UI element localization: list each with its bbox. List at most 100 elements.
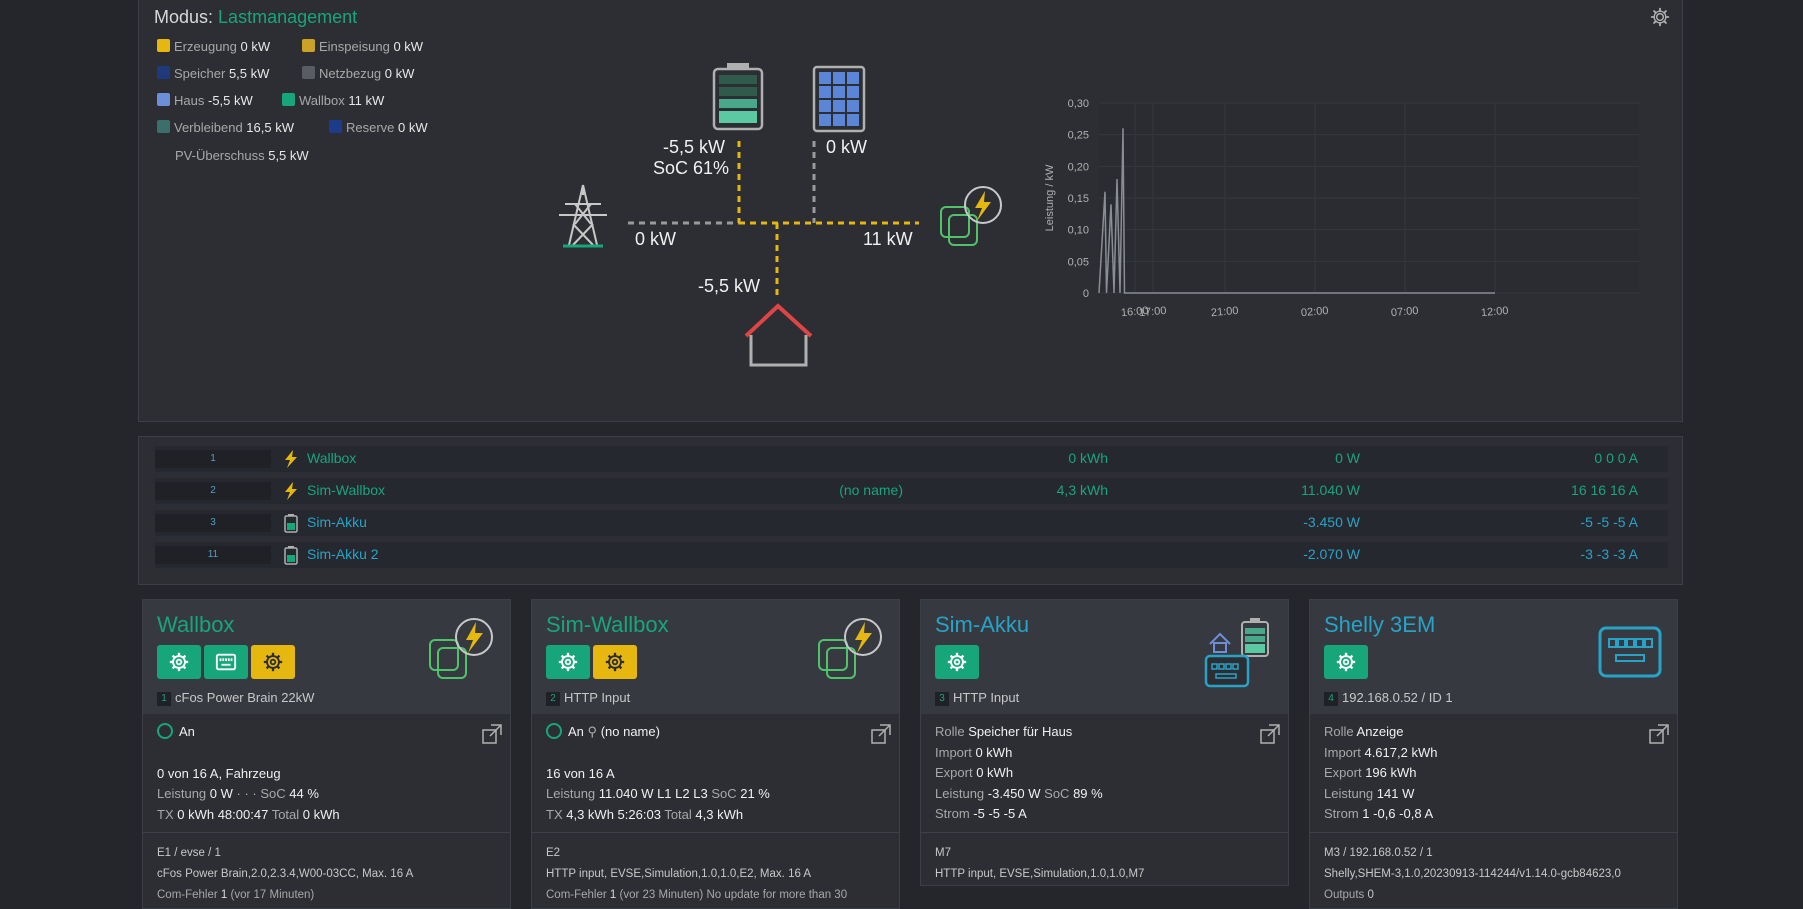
- device-name[interactable]: Sim-Akku 2: [307, 546, 379, 562]
- power-grid-icon: [559, 184, 607, 248]
- export-label: Export: [1324, 765, 1362, 780]
- card-header: Sim-Wallbox 2 HTTP Input: [532, 600, 899, 714]
- device-energy: 0 kWh: [1068, 450, 1108, 466]
- settings-button[interactable]: [1324, 645, 1368, 679]
- leistung-value: 0 W: [209, 786, 233, 801]
- status-line[interactable]: An ⚲ (no name): [546, 722, 885, 743]
- user-icon: ⚲: [587, 724, 598, 739]
- card-subtitle: 2 HTTP Input: [546, 690, 630, 706]
- current-line: 16 von 16 A: [546, 765, 615, 781]
- battery-icon: [284, 514, 298, 533]
- solar-power-value: 0 kW: [826, 137, 868, 157]
- device-current: 16 16 16 A: [1571, 482, 1638, 498]
- device-power: 0 W: [1335, 450, 1360, 466]
- leistung-value: 11.040 W L1 L2 L3: [598, 786, 708, 801]
- device-card-sim-wallbox: Sim-Wallbox 2 HTTP Input An ⚲ (no name) 1…: [531, 599, 900, 909]
- device-number-badge: 2: [546, 692, 560, 706]
- status-line[interactable]: An: [157, 722, 496, 743]
- battery-soc-value: SoC 61%: [653, 158, 730, 178]
- bolt-icon: [285, 482, 297, 500]
- rolle-value: Anzeige: [1356, 724, 1404, 739]
- tx-value: 4,3 kWh 5:26:03: [566, 806, 661, 822]
- status-circle-icon: [157, 723, 173, 739]
- device-power: -3.450 W: [1303, 514, 1360, 530]
- device-address: 192.168.0.52 / ID 1: [1342, 690, 1453, 705]
- chart-y-tick-label: 0,05: [1068, 256, 1089, 268]
- gear-icon: [263, 652, 283, 672]
- leistung-label: Leistung: [546, 786, 596, 801]
- card-title[interactable]: Sim-Wallbox: [546, 612, 669, 638]
- device-label: (no name): [839, 482, 903, 498]
- footer-address: E2: [546, 847, 561, 859]
- battery-icon: [284, 546, 298, 565]
- footer-max-value: 16 A: [788, 868, 812, 880]
- gear-icon: [169, 652, 189, 672]
- card-header: Wallbox 1 cFos Power Brain 22kW: [143, 600, 510, 714]
- chart-y-tick-label: 0,30: [1068, 98, 1089, 110]
- com-error-count: 1: [220, 889, 228, 901]
- leistung-label: Leistung: [157, 786, 207, 801]
- device-current: -3 -3 -3 A: [1580, 546, 1638, 562]
- soc-label: SoC: [260, 786, 286, 801]
- card-header: Shelly 3EM 4 192.168.0.52 / ID 1: [1310, 600, 1677, 714]
- charging-settings-button[interactable]: [251, 645, 295, 679]
- soc-value: 89 %: [1073, 785, 1103, 801]
- card-subtitle: 3 HTTP Input: [935, 690, 1019, 706]
- gear-icon: [1336, 652, 1356, 672]
- card-body: Rolle Anzeige Import 4.617,2 kWh Export …: [1324, 722, 1663, 825]
- device-list-panel: 1 Wallbox 0 kWh 0 W 0 0 0 A 2 Sim-Wallbo…: [138, 436, 1683, 585]
- status-text: An: [179, 724, 195, 739]
- device-power: 11.040 W: [1301, 482, 1360, 498]
- chart-x-tick-label: 21:00: [1211, 305, 1239, 319]
- soc-label: SoC: [1044, 785, 1070, 801]
- card-header: Sim-Akku 3 HTTP Input: [921, 600, 1288, 714]
- device-row[interactable]: 3 Sim-Akku -3.450 W -5 -5 -5 A: [155, 510, 1668, 536]
- settings-button[interactable]: [157, 645, 201, 679]
- card-footer: E2 HTTP input, EVSE,Simulation,1.0,1.0,E…: [532, 832, 899, 906]
- rolle-value: Speicher für Haus: [968, 724, 1073, 739]
- device-name[interactable]: Sim-Wallbox: [307, 482, 385, 498]
- chart-y-tick-label: 0,10: [1068, 225, 1089, 237]
- soc-value: 44 %: [289, 786, 319, 801]
- device-row[interactable]: 2 Sim-Wallbox (no name) 4,3 kWh 11.040 W…: [155, 478, 1668, 504]
- device-energy: 4,3 kWh: [1056, 482, 1108, 498]
- device-name[interactable]: Wallbox: [307, 450, 356, 466]
- device-model: HTTP Input: [564, 690, 631, 705]
- chart-x-tick-label: 02:00: [1301, 305, 1329, 319]
- chart-y-tick-label: 0,25: [1068, 130, 1089, 142]
- card-subtitle: 1 cFos Power Brain 22kW: [157, 690, 314, 706]
- chart-x-tick-label: 17:00: [1139, 305, 1167, 319]
- com-error-label: Com-Fehler: [546, 889, 607, 901]
- device-power: -2.070 W: [1303, 546, 1360, 562]
- card-title[interactable]: Shelly 3EM: [1324, 612, 1435, 638]
- strom-value: -5 -5 -5 A: [973, 806, 1027, 821]
- card-title[interactable]: Sim-Akku: [935, 612, 1029, 638]
- settings-button[interactable]: [546, 645, 590, 679]
- energy-meter-icon: [1598, 626, 1662, 678]
- footer-max-value: 16 A: [390, 868, 414, 880]
- device-row[interactable]: 1 Wallbox 0 kWh 0 W 0 0 0 A: [155, 446, 1668, 472]
- chart-y-tick-label: 0: [1083, 288, 1089, 300]
- device-name[interactable]: Sim-Akku: [307, 514, 367, 530]
- device-model: HTTP Input: [953, 690, 1020, 705]
- footer-info: Shelly,SHEM-3,1.0,20230913-114244/v1.14.…: [1324, 868, 1621, 880]
- footer-address: E1 / evse / 1: [157, 847, 221, 859]
- gear-icon: [605, 652, 625, 672]
- leistung-label: Leistung: [935, 785, 985, 801]
- gear-icon: [947, 652, 967, 672]
- settings-button[interactable]: [935, 645, 979, 679]
- wallbox-icon: [429, 618, 493, 679]
- tx-label: TX: [546, 806, 563, 822]
- meter-button[interactable]: [204, 645, 248, 679]
- chart-y-tick-label: 0,20: [1068, 161, 1089, 173]
- total-value: 4,3 kWh: [695, 806, 744, 822]
- card-title[interactable]: Wallbox: [157, 612, 234, 638]
- current-line: 0 von 16 A, Fahrzeug: [157, 765, 281, 781]
- tx-value: 0 kWh 48:00:47: [177, 806, 269, 822]
- soc-value: 21 %: [740, 786, 770, 801]
- rolle-label: Rolle: [1324, 724, 1354, 739]
- device-number: 2: [155, 482, 271, 500]
- device-row[interactable]: 11 Sim-Akku 2 -2.070 W -3 -3 -3 A: [155, 542, 1668, 568]
- settings-gear-icon[interactable]: [1650, 7, 1670, 27]
- charging-settings-button[interactable]: [593, 645, 637, 679]
